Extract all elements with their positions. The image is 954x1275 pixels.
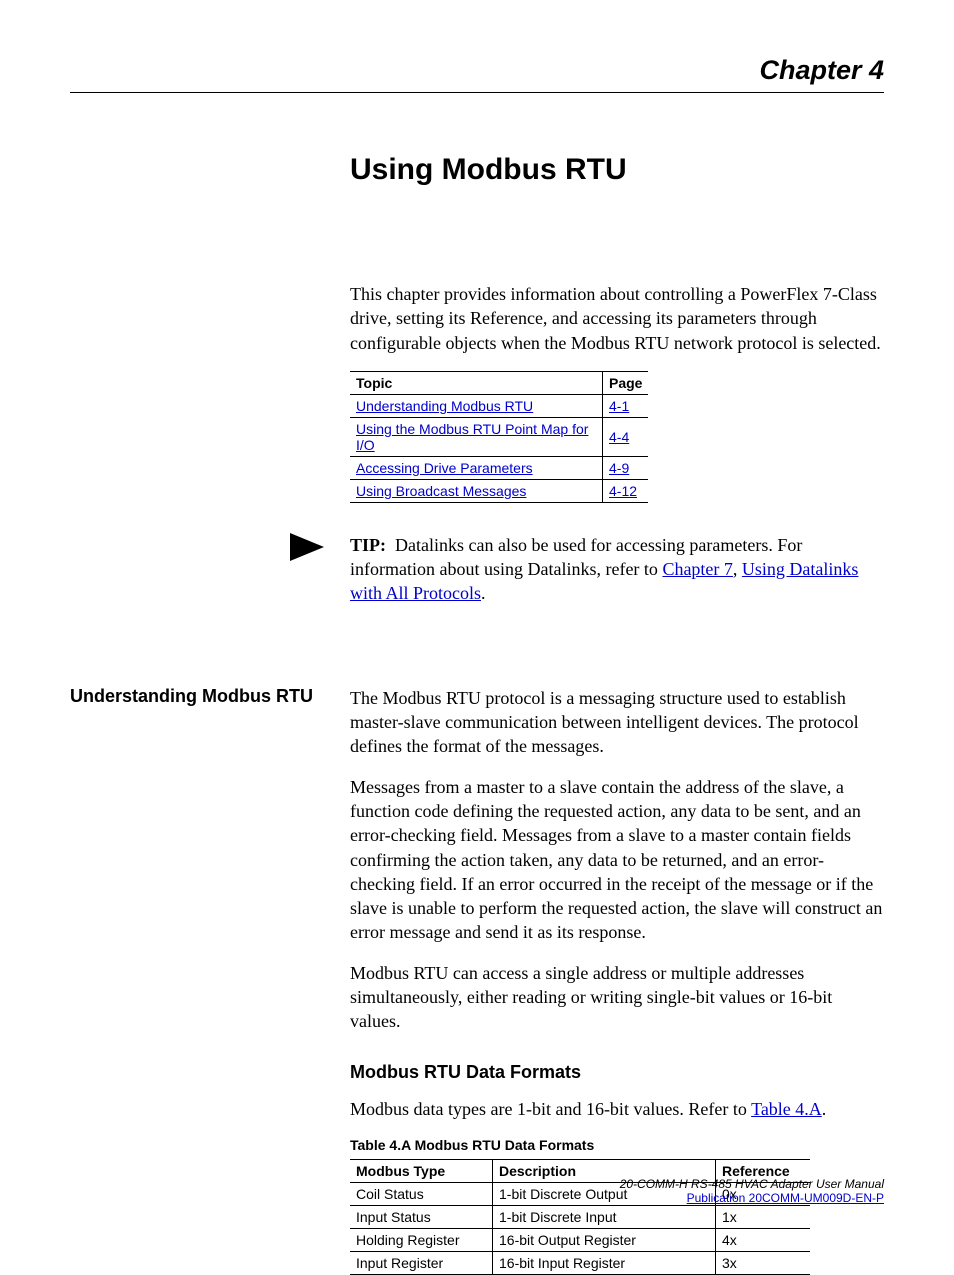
toc-table: Topic Page Understanding Modbus RTU 4-1 … [350, 371, 648, 503]
toc-row: Using Broadcast Messages 4-12 [350, 479, 648, 502]
cell-desc: 16-bit Output Register [493, 1228, 716, 1251]
tip-sep: , [733, 559, 742, 579]
toc-header-page: Page [603, 371, 649, 394]
tip-link-chapter[interactable]: Chapter 7 [662, 559, 732, 579]
toc-row: Understanding Modbus RTU 4-1 [350, 394, 648, 417]
tip-label: TIP: [350, 535, 386, 555]
toc-link[interactable]: Accessing Drive Parameters [356, 460, 533, 476]
footer-manual-title: 20-COMM-H RS-485 HVAC Adapter User Manua… [620, 1177, 884, 1191]
cell-desc: 16-bit Input Register [493, 1251, 716, 1274]
cell-type: Holding Register [350, 1228, 493, 1251]
tip-text: TIP: Datalinks can also be used for acce… [350, 533, 884, 606]
section2-intro: Modbus data types are 1-bit and 16-bit v… [350, 1097, 884, 1121]
section2-intro-after: . [822, 1099, 827, 1119]
toc-link[interactable]: Understanding Modbus RTU [356, 398, 533, 414]
footer-publication-link[interactable]: Publication 20COMM-UM009D-EN-P [687, 1191, 884, 1205]
section-heading-understanding: Understanding Modbus RTU [70, 686, 345, 707]
toc-row: Accessing Drive Parameters 4-9 [350, 456, 648, 479]
tip-after: . [481, 583, 486, 603]
table-caption: Table 4.A Modbus RTU Data Formats [350, 1137, 884, 1153]
cell-ref: 4x [716, 1228, 811, 1251]
cell-desc: 1-bit Discrete Input [493, 1205, 716, 1228]
intro-paragraph: This chapter provides information about … [350, 282, 884, 355]
subsection-heading-formats: Modbus RTU Data Formats [350, 1062, 884, 1083]
toc-page-link[interactable]: 4-4 [609, 429, 629, 445]
page-content: Chapter 4 Using Modbus RTU This chapter … [70, 55, 884, 1185]
cell-type: Coil Status [350, 1182, 493, 1205]
toc-row: Using the Modbus RTU Point Map for I/O 4… [350, 417, 648, 456]
col-header-type: Modbus Type [350, 1159, 493, 1182]
section2-intro-before: Modbus data types are 1-bit and 16-bit v… [350, 1099, 751, 1119]
toc-link[interactable]: Using Broadcast Messages [356, 483, 526, 499]
toc-page-link[interactable]: 4-12 [609, 483, 637, 499]
section1-para1: The Modbus RTU protocol is a messaging s… [350, 686, 884, 759]
page-footer: 20-COMM-H RS-485 HVAC Adapter User Manua… [620, 1177, 884, 1205]
toc-header-topic: Topic [350, 371, 603, 394]
cell-type: Input Status [350, 1205, 493, 1228]
table-ref-link[interactable]: Table 4.A [751, 1099, 822, 1119]
toc-link[interactable]: Using the Modbus RTU Point Map for I/O [356, 421, 588, 453]
chapter-label: Chapter 4 [70, 55, 884, 93]
tip-block: TIP: Datalinks can also be used for acce… [290, 533, 884, 606]
cell-type: Input Register [350, 1251, 493, 1274]
tip-arrow-icon [290, 533, 350, 566]
cell-ref: 3x [716, 1251, 811, 1274]
table-row: Input Status 1-bit Discrete Input 1x [350, 1205, 810, 1228]
toc-page-link[interactable]: 4-9 [609, 460, 629, 476]
toc-page-link[interactable]: 4-1 [609, 398, 629, 414]
cell-ref: 1x [716, 1205, 811, 1228]
table-row: Input Register 16-bit Input Register 3x [350, 1251, 810, 1274]
page-title: Using Modbus RTU [350, 153, 884, 187]
section1-para3: Modbus RTU can access a single address o… [350, 961, 884, 1034]
table-row: Holding Register 16-bit Output Register … [350, 1228, 810, 1251]
section1-para2: Messages from a master to a slave contai… [350, 775, 884, 945]
